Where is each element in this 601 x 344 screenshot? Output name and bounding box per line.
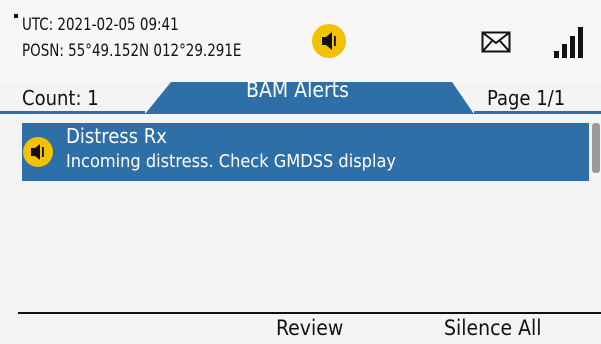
signal-strength-icon xyxy=(554,27,583,58)
status-bar: UTC: 2021-02-05 09:41 POSN: 55°49.152N 0… xyxy=(0,0,601,82)
review-button[interactable]: Review xyxy=(276,316,343,340)
status-indicator-dot xyxy=(14,14,18,18)
scrollbar[interactable] xyxy=(592,123,600,173)
bam-alerts-screen: UTC: 2021-02-05 09:41 POSN: 55°49.152N 0… xyxy=(0,0,601,344)
alert-title: Distress Rx xyxy=(66,124,167,148)
utc-time: UTC: 2021-02-05 09:41 xyxy=(22,15,179,35)
page-indicator: Page 1/1 xyxy=(487,86,566,110)
softkey-divider xyxy=(18,312,601,314)
speaker-icon[interactable] xyxy=(312,24,346,58)
alert-description: Incoming distress. Check GMDSS display xyxy=(66,151,396,172)
speaker-icon xyxy=(23,137,53,167)
position-readout: POSN: 55°49.152N 012°29.291E xyxy=(22,41,242,61)
mail-icon[interactable] xyxy=(481,31,511,53)
silence-all-button[interactable]: Silence All xyxy=(444,316,542,340)
